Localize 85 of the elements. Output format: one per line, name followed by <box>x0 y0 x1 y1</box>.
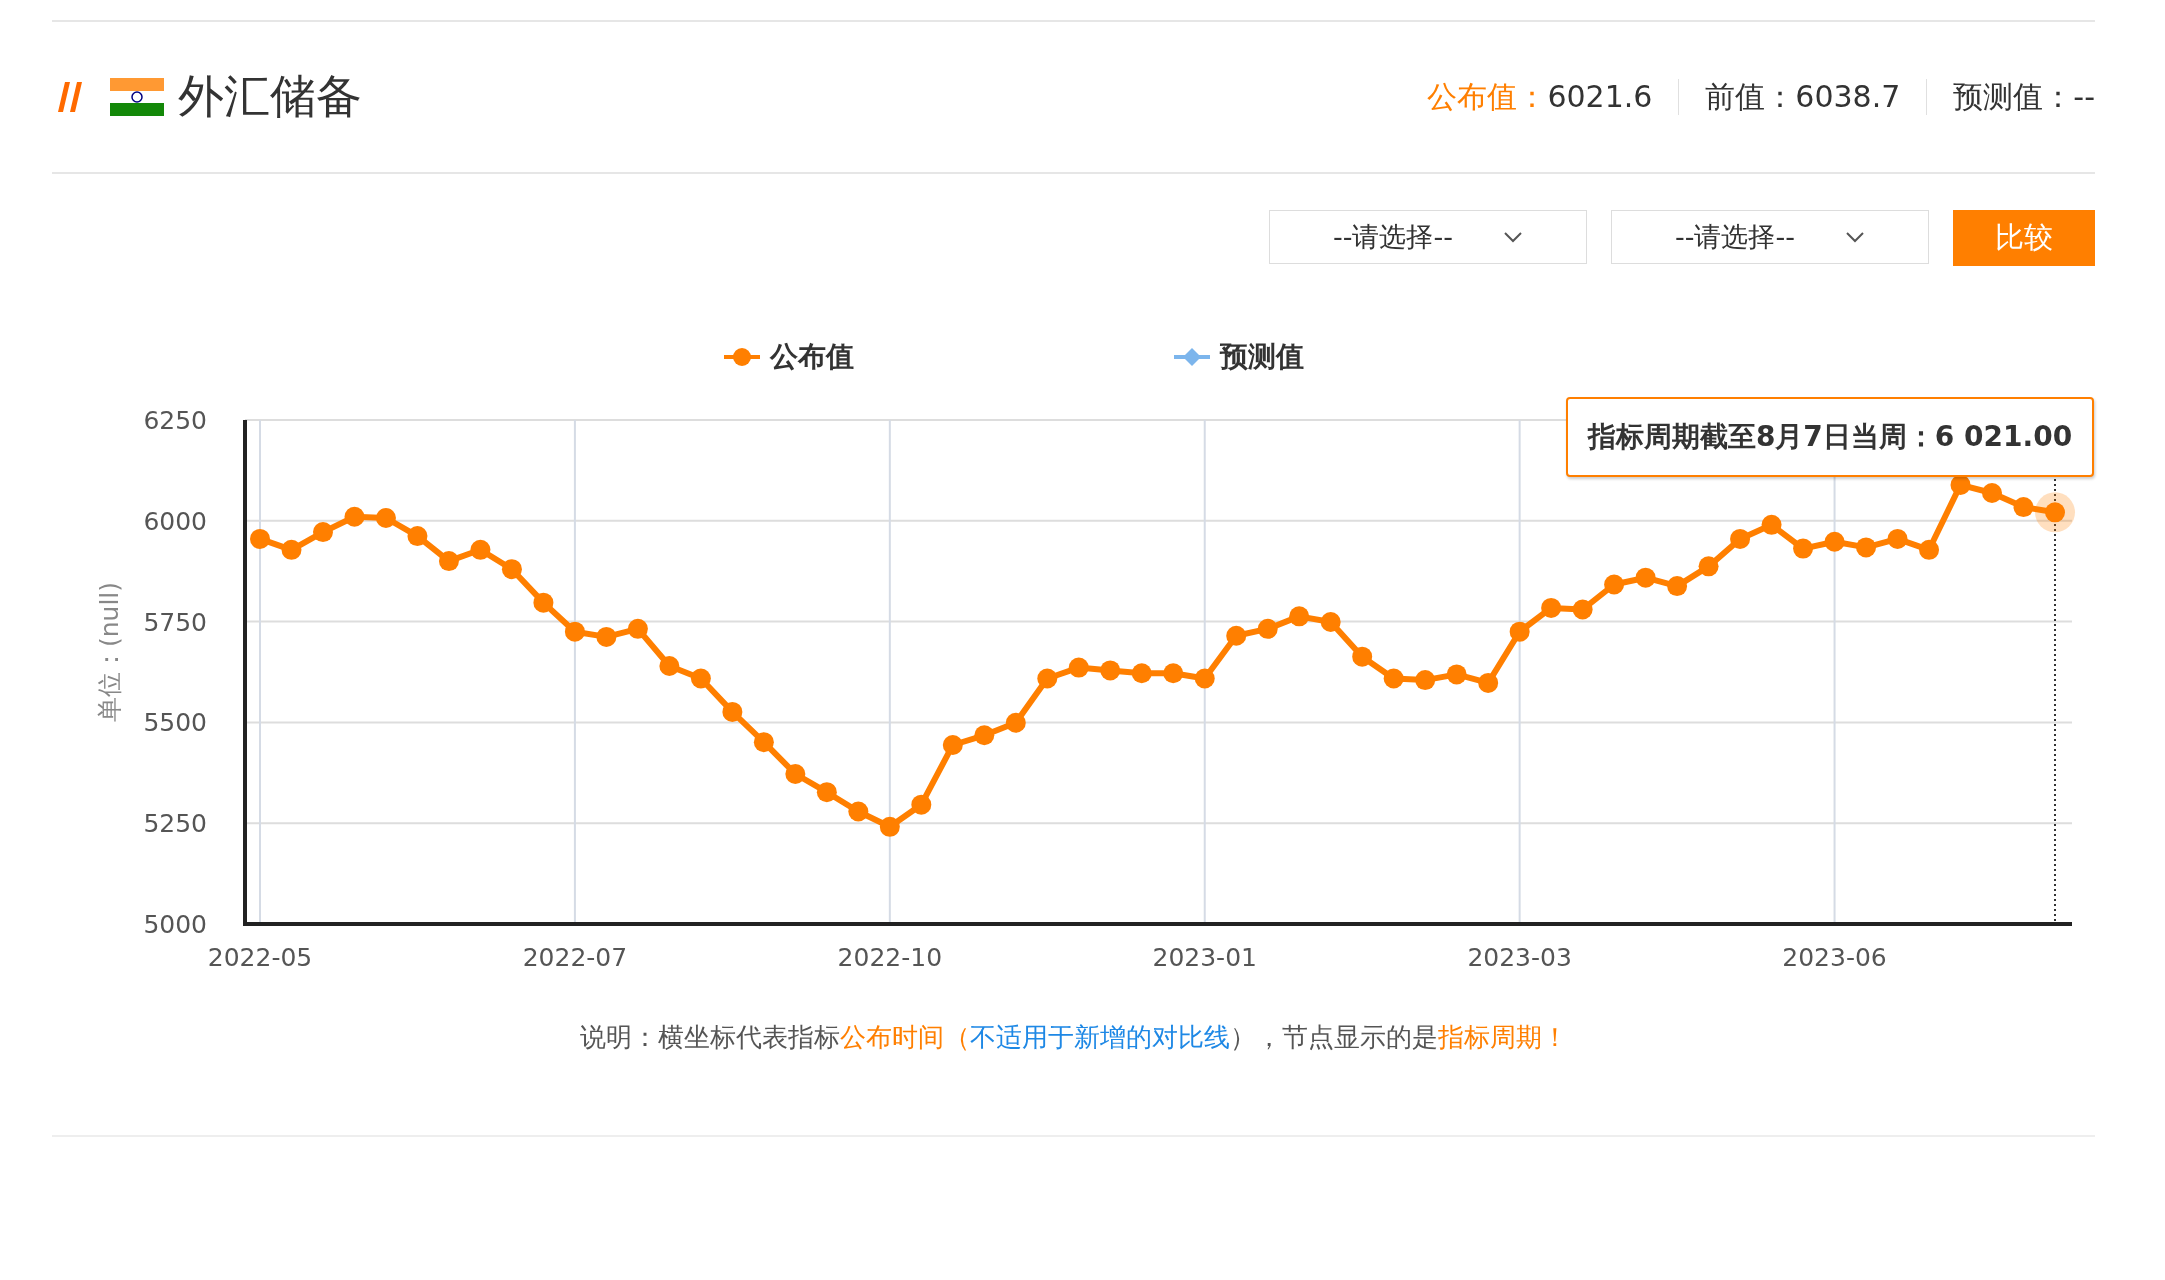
y-axis-label: 5250 <box>143 809 207 839</box>
data-point <box>1383 668 1404 689</box>
data-point <box>1982 483 2002 503</box>
highlight-ring <box>2035 492 2075 533</box>
data-point <box>785 764 806 784</box>
data-point <box>470 539 491 560</box>
data-point <box>659 655 680 676</box>
data-point <box>375 508 396 528</box>
data-point <box>1352 646 1373 667</box>
data-point <box>816 782 837 803</box>
data-point <box>1226 625 1247 646</box>
data-point <box>1824 531 1845 552</box>
data-point <box>1541 597 1562 618</box>
data-point <box>1856 537 1877 558</box>
stat-value: 前值：6038.7 <box>1704 77 1902 116</box>
data-point <box>848 801 869 822</box>
data-point <box>2045 502 2065 523</box>
data-point <box>1761 514 1782 535</box>
select-dropdown[interactable]: --请选择-- <box>1611 210 1929 264</box>
data-point <box>1163 663 1184 684</box>
data-point <box>533 592 554 613</box>
data-point <box>1887 528 1908 549</box>
data-point <box>1635 567 1656 588</box>
data-point <box>407 526 428 547</box>
chevron-down-icon <box>1845 231 1865 243</box>
data-point <box>1131 663 1152 684</box>
data-point <box>627 618 648 639</box>
chart-tooltip: 指标周期截至8月7日当周：6 021.00 <box>1566 397 2094 477</box>
data-point <box>313 522 333 543</box>
data-point <box>1068 657 1089 678</box>
data-point <box>1415 670 1436 691</box>
data-point <box>1698 556 1719 577</box>
data-point <box>1100 660 1121 681</box>
data-point <box>1793 538 1814 559</box>
data-point <box>1572 599 1593 620</box>
data-point <box>2013 497 2034 518</box>
y-axis-label: 5750 <box>143 607 207 637</box>
legend-label[interactable]: 公布值 <box>769 338 854 376</box>
data-point <box>281 539 302 560</box>
x-axis-label: 2023-06 <box>1782 943 1887 972</box>
data-point <box>596 626 617 647</box>
data-point <box>753 732 774 753</box>
data-point <box>564 621 585 642</box>
data-point <box>722 701 743 722</box>
data-point <box>1320 612 1341 632</box>
data-point <box>1509 621 1530 642</box>
x-axis-label: 2022-07 <box>522 943 628 972</box>
data-point <box>690 668 711 689</box>
x-axis-label: 2023-03 <box>1467 943 1572 972</box>
y-axis-label: 6000 <box>143 506 207 536</box>
data-point <box>1194 668 1215 689</box>
data-point <box>1730 528 1751 549</box>
data-point <box>879 816 900 837</box>
data-point <box>1667 576 1688 597</box>
y-axis-label: 5000 <box>143 910 207 939</box>
y-axis-title: 单位：(null) <box>95 581 124 723</box>
data-point <box>1950 474 1971 495</box>
data-point <box>1257 618 1278 639</box>
data-point <box>1446 664 1467 685</box>
y-axis-label: 6250 <box>143 406 207 435</box>
x-axis-label: 2023-01 <box>1152 943 1257 972</box>
stat-value: 预测值：-- <box>1952 77 2095 116</box>
chevron-down-icon <box>1503 231 1523 243</box>
data-point <box>1919 539 1940 560</box>
chart-note: 说明：横坐标代表指标公布时间（不适用于新增的对比线），节点显示的是指标周期！ <box>578 1021 1569 1054</box>
x-axis-label: 2022-05 <box>207 943 313 972</box>
data-point <box>1037 668 1058 689</box>
y-axis-label: 5500 <box>143 708 207 738</box>
data-point <box>250 528 270 549</box>
data-point <box>344 506 365 527</box>
data-point <box>974 725 995 746</box>
flag-icon <box>110 78 164 116</box>
data-point <box>501 559 522 580</box>
data-point <box>1005 712 1026 733</box>
data-point <box>942 735 963 755</box>
data-point <box>1289 606 1310 627</box>
data-point <box>438 551 459 572</box>
legend-label[interactable]: 预测值 <box>1219 338 1304 376</box>
page-title: 外汇储备 <box>178 68 362 125</box>
stat-value: 公布值：6021.6 <box>1426 77 1654 116</box>
data-point <box>1604 574 1625 595</box>
data-point <box>911 794 932 815</box>
data-point <box>1478 672 1499 693</box>
x-axis-label: 2022-10 <box>837 943 943 972</box>
select-dropdown[interactable]: --请选择-- <box>1269 210 1587 264</box>
